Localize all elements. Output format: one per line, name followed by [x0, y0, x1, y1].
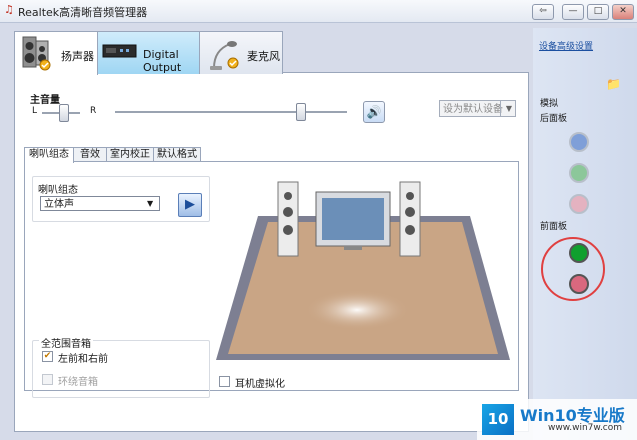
play-test-button[interactable]: ▶	[178, 193, 202, 217]
front-jack-pink[interactable]	[569, 274, 589, 294]
balance-left-label: L	[32, 106, 38, 116]
speaker-config-select[interactable]: 立体声	[40, 196, 160, 211]
tab-digital-output-label: Digital Output	[143, 48, 182, 74]
tab-speaker-config[interactable]: 喇叭组态	[24, 147, 74, 163]
chevron-down-icon[interactable]: ▼	[500, 100, 517, 117]
surround-label: 环绕音箱	[58, 377, 98, 388]
room-illustration	[216, 181, 510, 360]
config-title: 喇叭组态	[38, 185, 78, 196]
surround-checkbox[interactable]	[42, 374, 53, 385]
tab-microphone-label: 麦克风	[247, 50, 280, 63]
monitor-icon	[315, 191, 391, 250]
front-jack-green[interactable]	[569, 243, 589, 263]
tab-default-format[interactable]: 默认格式	[153, 147, 201, 162]
tab-speakers[interactable]: 扬声器	[14, 31, 98, 75]
chevron-down-icon[interactable]: ▼	[147, 199, 153, 208]
back-jack-pink[interactable]	[569, 194, 589, 214]
connector-panel	[533, 28, 637, 440]
minimize-button[interactable]: —	[562, 4, 584, 20]
analog-label: 模拟	[540, 99, 559, 109]
master-volume-label: 主音量	[30, 95, 60, 106]
watermark-url: www.win7w.com	[548, 423, 623, 433]
back-jack-green[interactable]	[569, 163, 589, 183]
fullrange-title: 全范围音箱	[39, 335, 93, 350]
tab-sound-effects[interactable]: 音效	[73, 147, 107, 162]
tab-digital-output[interactable]: Digital Output	[97, 31, 200, 74]
window-title: Realtek高清晰音频管理器	[18, 6, 148, 19]
speaker-icon	[22, 36, 51, 71]
back-panel-label: 后面板	[540, 114, 568, 124]
digital-output-icon	[102, 44, 137, 58]
headphone-virtualization-checkbox[interactable]	[219, 376, 230, 387]
close-button[interactable]: ✕	[612, 4, 634, 20]
front-panel-label: 前面板	[540, 222, 568, 232]
headphone-virtualization-label: 耳机虚拟化	[235, 379, 285, 390]
app-sound-icon: ♫	[4, 3, 14, 16]
microphone-icon	[210, 41, 239, 70]
tab-room-correction[interactable]: 室内校正	[106, 147, 154, 162]
right-speaker-icon	[399, 181, 421, 257]
mute-button[interactable]: 🔊	[363, 101, 385, 123]
volume-track	[115, 111, 347, 114]
volume-speaker-icon: 🔊	[366, 105, 382, 119]
watermark-logo: 10	[482, 404, 514, 435]
tab-speakers-label: 扬声器	[61, 50, 94, 63]
play-icon: ▶	[185, 197, 195, 212]
back-window-button[interactable]: ⇦	[532, 4, 554, 20]
back-jack-blue[interactable]	[569, 132, 589, 152]
front-lr-checkbox[interactable]: ✔	[42, 351, 53, 362]
left-speaker-icon	[277, 181, 299, 257]
volume-slider[interactable]	[296, 103, 306, 121]
device-advanced-link[interactable]: 设备高级设置	[539, 39, 593, 52]
front-lr-label: 左前和右前	[58, 354, 108, 365]
maximize-button[interactable]: □	[587, 4, 609, 20]
tab-microphone[interactable]: 麦克风	[199, 31, 283, 74]
balance-slider[interactable]	[59, 104, 69, 122]
balance-right-label: R	[90, 106, 97, 116]
folder-icon[interactable]: 📁	[606, 77, 621, 91]
